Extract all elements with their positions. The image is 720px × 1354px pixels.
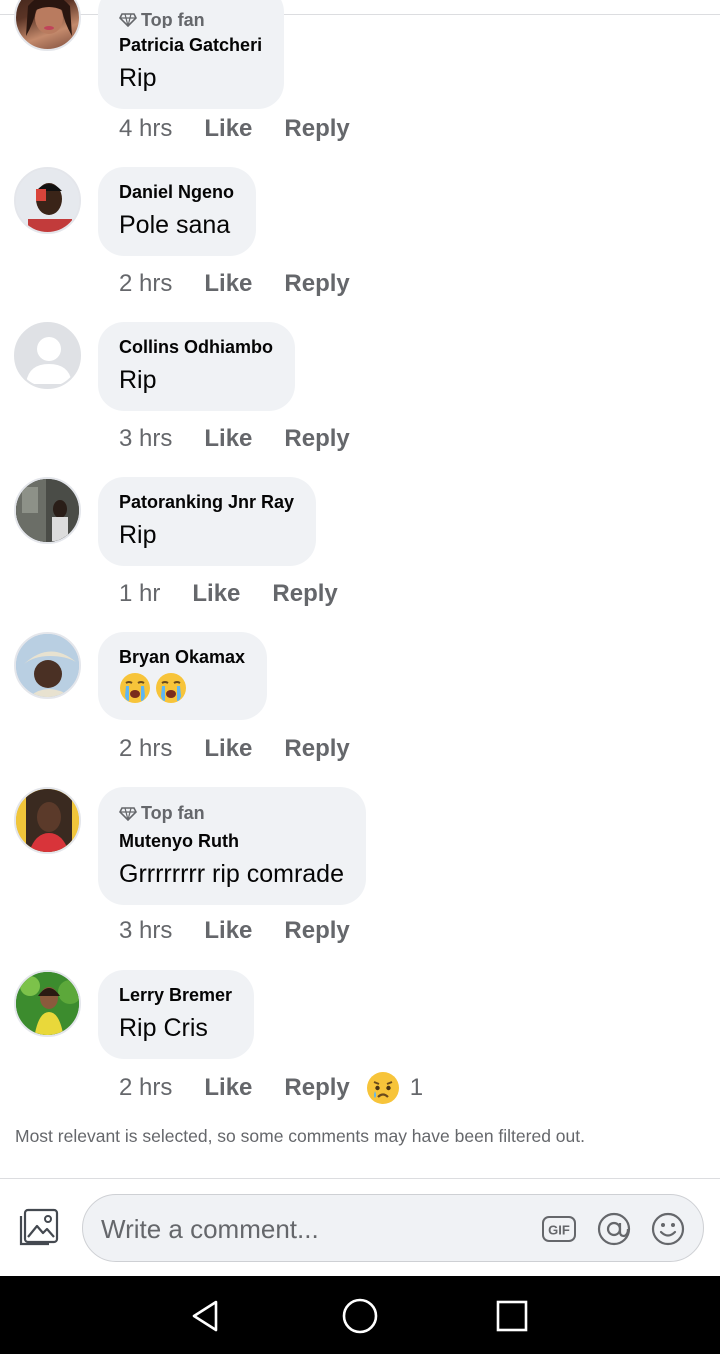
like-button[interactable]: Like [192, 579, 240, 609]
comment-input[interactable] [101, 1209, 521, 1249]
svg-text:GIF: GIF [548, 1223, 570, 1238]
reply-button[interactable]: Reply [284, 269, 349, 299]
diamond-icon [119, 13, 137, 27]
comment-text: Rip [119, 64, 157, 92]
like-button[interactable]: Like [204, 916, 252, 946]
comment-author[interactable]: Patoranking Jnr Ray [119, 491, 294, 513]
reaction-count: 1 [409, 1074, 424, 1101]
top-fan-badge: Top fan [119, 12, 262, 28]
comment-time[interactable]: 4 hrs [119, 114, 172, 144]
emoji-row [119, 672, 245, 704]
comment-actions: 3 hrs Like Reply [119, 424, 350, 454]
reply-button[interactable]: Reply [284, 916, 349, 946]
comment-bubble[interactable]: Bryan Okamax [98, 632, 268, 720]
comment-text: Grrrrrrrr rip comrade [119, 860, 344, 888]
comment-actions: 2 hrs Like Reply [119, 734, 350, 764]
like-button[interactable]: Like [204, 1073, 252, 1103]
home-icon[interactable] [340, 1296, 380, 1336]
reply-button[interactable]: Reply [284, 1073, 349, 1103]
comment-actions: 3 hrs Like Reply [119, 916, 350, 946]
avatar[interactable] [14, 167, 81, 234]
default-avatar-icon[interactable] [14, 322, 81, 389]
comment-bubble[interactable]: Top fan Mutenyo Ruth Grrrrrrrr rip comra… [98, 787, 366, 905]
comment-author[interactable]: Bryan Okamax [119, 646, 245, 668]
gif-icon[interactable]: GIF [541, 1211, 577, 1247]
top-fan-badge: Top fan [119, 803, 344, 824]
comment-text: Rip [119, 521, 157, 549]
comment-author[interactable]: Patricia Gatcheri [119, 34, 262, 56]
avatar[interactable] [14, 477, 81, 544]
mention-icon[interactable] [596, 1211, 632, 1247]
emoji-icon[interactable] [650, 1211, 686, 1247]
comment-bubble[interactable]: Patoranking Jnr Ray Rip [98, 477, 317, 566]
comment-bubble[interactable]: Top fan Patricia Gatcheri Rip [98, 0, 285, 109]
comment-bubble[interactable]: Daniel Ngeno Pole sana [98, 167, 257, 256]
comment-composer: GIF [82, 1194, 704, 1262]
composer-divider [0, 1178, 720, 1179]
avatar[interactable] [14, 632, 81, 699]
comment-time[interactable]: 2 hrs [119, 734, 172, 764]
badge-label: Top fan [141, 803, 205, 823]
filter-notice: Most relevant is selected, so some comme… [15, 1126, 585, 1146]
comment-author[interactable]: Daniel Ngeno [119, 181, 234, 203]
reply-button[interactable]: Reply [284, 734, 349, 764]
avatar[interactable] [14, 0, 81, 51]
comment-time[interactable]: 1 hr [119, 579, 160, 609]
comment-author[interactable]: Mutenyo Ruth [119, 830, 344, 852]
comment-actions: 2 hrs Like Reply [119, 269, 350, 299]
loudly-crying-face-icon [120, 673, 150, 703]
loudly-crying-face-icon [156, 673, 186, 703]
comment-text: Rip Cris [119, 1014, 208, 1042]
back-icon[interactable] [186, 1296, 226, 1336]
avatar[interactable] [14, 970, 81, 1037]
system-navigation-bar [0, 1276, 720, 1354]
reply-button[interactable]: Reply [272, 579, 337, 609]
comment-actions: 4 hrs Like Reply [119, 114, 350, 144]
badge-label: Top fan [141, 12, 205, 28]
sad-face-icon [366, 1072, 399, 1104]
reply-button[interactable]: Reply [284, 424, 349, 454]
like-button[interactable]: Like [204, 269, 252, 299]
comment-author[interactable]: Lerry Bremer [119, 984, 232, 1006]
photo-icon[interactable] [19, 1206, 61, 1248]
reply-button[interactable]: Reply [284, 114, 349, 144]
comment-time[interactable]: 3 hrs [119, 916, 172, 946]
like-button[interactable]: Like [204, 424, 252, 454]
comment-author[interactable]: Collins Odhiambo [119, 336, 273, 358]
comment-time[interactable]: 2 hrs [119, 1073, 172, 1103]
comment-actions: 1 hr Like Reply [119, 579, 338, 609]
comment-bubble[interactable]: Collins Odhiambo Rip [98, 322, 296, 411]
recents-icon[interactable] [492, 1296, 532, 1336]
comment-actions: 2 hrs Like Reply 1 [119, 1071, 423, 1105]
comment-text: Rip [119, 366, 157, 394]
reaction-summary[interactable]: 1 [366, 1071, 423, 1105]
like-button[interactable]: Like [204, 114, 252, 144]
like-button[interactable]: Like [204, 734, 252, 764]
comment-time[interactable]: 2 hrs [119, 269, 172, 299]
comment-bubble[interactable]: Lerry Bremer Rip Cris [98, 970, 255, 1059]
diamond-icon [119, 806, 137, 821]
comment-time[interactable]: 3 hrs [119, 424, 172, 454]
comment-text: Pole sana [119, 211, 231, 239]
avatar[interactable] [14, 787, 81, 854]
